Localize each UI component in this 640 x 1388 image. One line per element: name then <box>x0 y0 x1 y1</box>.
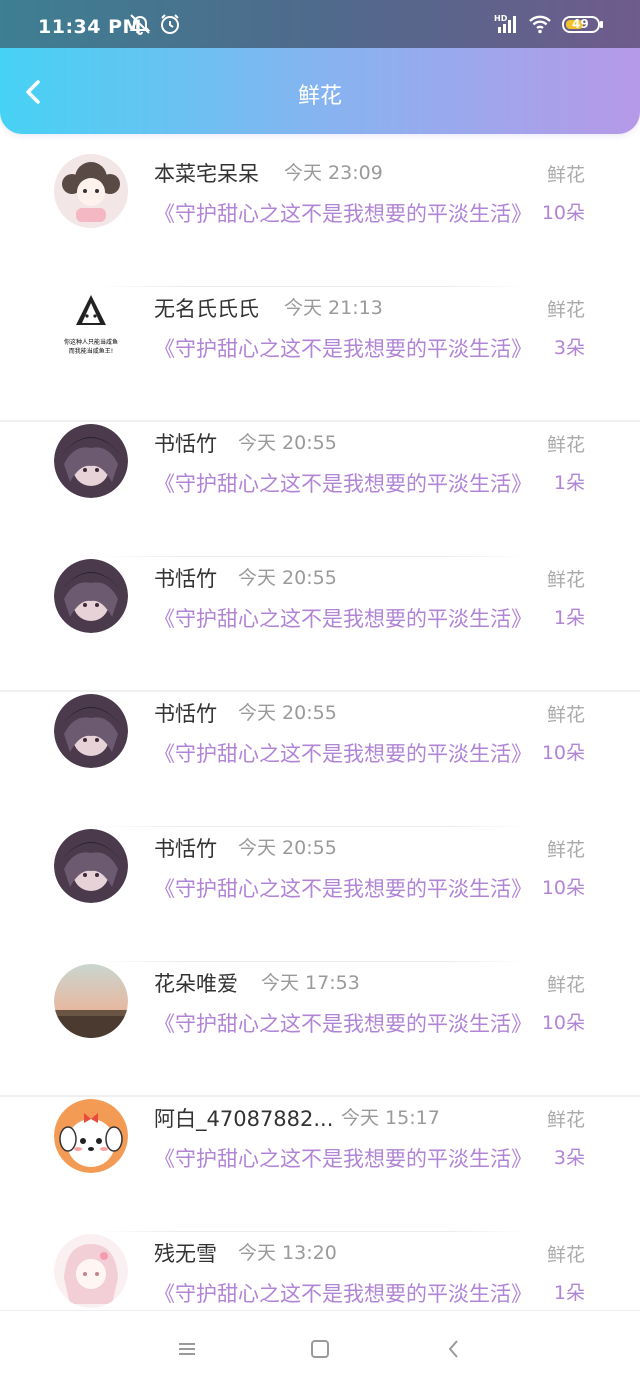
avatar[interactable] <box>54 1234 128 1308</box>
user-name[interactable]: 阿白_47087882... <box>154 1103 333 1133</box>
gift-type: 鲜花 <box>546 839 585 861</box>
gift-time: 今天 21:13 <box>284 297 383 319</box>
avatar[interactable] <box>54 559 128 633</box>
header: 鲜花 <box>0 48 640 134</box>
back-icon[interactable] <box>441 1336 467 1362</box>
avatar[interactable] <box>54 964 128 1038</box>
anime-girl-avatar <box>54 694 128 768</box>
meme-caption: 你这种人只能当咸鱼 <box>63 339 118 346</box>
system-nav-bar <box>0 1310 640 1388</box>
flower-count: 10朵 <box>541 877 585 899</box>
gift-list: 本菜宅呆呆 今天 23:09 《守护甜心之这不是我想要的平淡生活》 鲜花 10朵… <box>0 152 640 1367</box>
user-name[interactable]: 书恬竹 <box>154 428 217 458</box>
gift-time: 今天 20:55 <box>238 567 337 589</box>
status-time: 11:34 PM <box>38 16 142 38</box>
menu-icon[interactable] <box>174 1336 200 1362</box>
flower-count: 1朵 <box>553 472 585 494</box>
list-item[interactable]: 书恬竹 今天 20:55 《守护甜心之这不是我想要的平淡生活》 鲜花 1朵 <box>0 557 640 692</box>
book-title-link[interactable]: 《守护甜心之这不是我想要的平淡生活》 <box>154 1008 534 1038</box>
wifi-icon <box>528 12 552 36</box>
user-name[interactable]: 残无雪 <box>154 1238 217 1268</box>
gift-type: 鲜花 <box>546 974 585 996</box>
gift-time: 今天 13:20 <box>238 1242 337 1264</box>
avatar[interactable] <box>54 829 128 903</box>
battery-icon: 49 <box>562 12 604 36</box>
pink-hair-girl-avatar <box>54 1234 128 1308</box>
list-item[interactable]: 你这种人只能当咸鱼 而我能当咸鱼王! 无名氏氏氏 今天 21:13 《守护甜心之… <box>0 287 640 422</box>
anime-girl-avatar <box>54 559 128 633</box>
puppy-cartoon-avatar <box>54 1099 128 1173</box>
gift-time: 今天 20:55 <box>238 837 337 859</box>
flower-count: 3朵 <box>553 337 585 359</box>
gift-time: 今天 20:55 <box>238 702 337 724</box>
gift-type: 鲜花 <box>546 704 585 726</box>
user-name[interactable]: 书恬竹 <box>154 698 217 728</box>
gift-type: 鲜花 <box>546 434 585 456</box>
list-item[interactable]: 书恬竹 今天 20:55 《守护甜心之这不是我想要的平淡生活》 鲜花 10朵 <box>0 692 640 827</box>
svg-text:HD: HD <box>494 14 508 23</box>
flower-count: 1朵 <box>553 1282 585 1304</box>
gift-type: 鲜花 <box>546 1109 585 1131</box>
user-name[interactable]: 书恬竹 <box>154 833 217 863</box>
list-item[interactable]: 阿白_47087882... 今天 15:17 《守护甜心之这不是我想要的平淡生… <box>0 1097 640 1232</box>
home-icon[interactable] <box>307 1336 333 1362</box>
cartoon-girl-avatar <box>54 154 128 228</box>
user-name[interactable]: 无名氏氏氏 <box>154 293 259 323</box>
gift-time: 今天 17:53 <box>261 972 360 994</box>
user-name[interactable]: 本菜宅呆呆 <box>154 158 259 188</box>
list-item[interactable]: 花朵唯爱 今天 17:53 《守护甜心之这不是我想要的平淡生活》 鲜花 10朵 <box>0 962 640 1097</box>
avatar[interactable]: 你这种人只能当咸鱼 而我能当咸鱼王! <box>54 289 128 363</box>
book-title-link[interactable]: 《守护甜心之这不是我想要的平淡生活》 <box>154 873 534 903</box>
book-title-link[interactable]: 《守护甜心之这不是我想要的平淡生活》 <box>154 468 534 498</box>
gift-time: 今天 23:09 <box>284 162 383 184</box>
user-name[interactable]: 花朵唯爱 <box>154 968 238 998</box>
list-item[interactable]: 书恬竹 今天 20:55 《守护甜心之这不是我想要的平淡生活》 鲜花 1朵 <box>0 422 640 557</box>
book-title-link[interactable]: 《守护甜心之这不是我想要的平淡生活》 <box>154 1278 534 1308</box>
flower-count: 10朵 <box>541 1012 585 1034</box>
page-title: 鲜花 <box>297 84 342 109</box>
book-title-link[interactable]: 《守护甜心之这不是我想要的平淡生活》 <box>154 333 534 363</box>
avatar[interactable] <box>54 154 128 228</box>
flower-count: 10朵 <box>541 202 585 224</box>
meme-caption: 而我能当咸鱼王! <box>68 348 114 355</box>
gift-time: 今天 15:17 <box>341 1107 440 1129</box>
avatar[interactable] <box>54 694 128 768</box>
alarm-icon <box>158 12 182 36</box>
list-item[interactable]: 书恬竹 今天 20:55 《守护甜心之这不是我想要的平淡生活》 鲜花 10朵 <box>0 827 640 962</box>
avatar[interactable] <box>54 1099 128 1173</box>
book-title-link[interactable]: 《守护甜心之这不是我想要的平淡生活》 <box>154 603 534 633</box>
window-sunset-avatar <box>54 964 128 1038</box>
list-item[interactable]: 本菜宅呆呆 今天 23:09 《守护甜心之这不是我想要的平淡生活》 鲜花 10朵 <box>0 152 640 287</box>
anime-girl-avatar <box>54 424 128 498</box>
mute-bell-icon <box>128 12 152 36</box>
gift-type: 鲜花 <box>546 299 585 321</box>
flower-count: 10朵 <box>541 742 585 764</box>
gift-time: 今天 20:55 <box>238 432 337 454</box>
signal-icon: HD <box>494 12 520 36</box>
gift-type: 鲜花 <box>546 164 585 186</box>
flower-count: 1朵 <box>553 607 585 629</box>
status-bar: 11:34 PM HD 49 <box>0 0 640 48</box>
book-title-link[interactable]: 《守护甜心之这不是我想要的平淡生活》 <box>154 738 534 768</box>
book-title-link[interactable]: 《守护甜心之这不是我想要的平淡生活》 <box>154 1143 534 1173</box>
flower-count: 3朵 <box>553 1147 585 1169</box>
avatar[interactable] <box>54 424 128 498</box>
anime-girl-avatar <box>54 829 128 903</box>
battery-level: 49 <box>572 17 589 31</box>
book-title-link[interactable]: 《守护甜心之这不是我想要的平淡生活》 <box>154 198 534 228</box>
user-name[interactable]: 书恬竹 <box>154 563 217 593</box>
gift-type: 鲜花 <box>546 1244 585 1266</box>
gift-type: 鲜花 <box>546 569 585 591</box>
